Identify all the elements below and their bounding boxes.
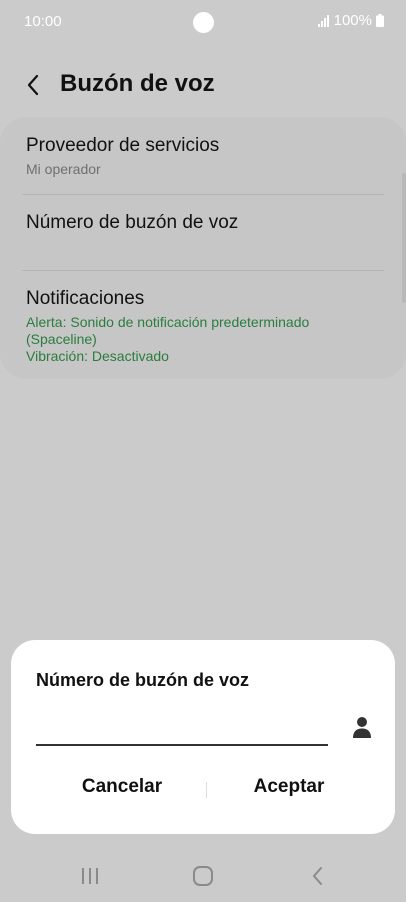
status-bar: 10:00 100% xyxy=(0,0,406,44)
notification-alert: Alerta: Sonido de notificación predeterm… xyxy=(26,314,310,330)
setting-subtitle: Mi operador xyxy=(26,161,101,177)
back-nav-icon xyxy=(313,867,322,885)
page-title: Buzón de voz xyxy=(60,70,215,97)
home-icon xyxy=(193,866,213,886)
notification-vibration: Vibración: Desactivado xyxy=(26,348,169,364)
app-bar: Buzón de voz xyxy=(0,58,406,114)
settings-card: Proveedor de servicios Mi operador Númer… xyxy=(0,117,406,379)
setting-title: Notificaciones xyxy=(26,288,145,309)
dialog-title: Número de buzón de voz xyxy=(36,670,250,690)
setting-service-provider[interactable]: Proveedor de servicios Mi operador xyxy=(26,135,219,177)
setting-title: Número de buzón de voz xyxy=(26,212,239,233)
contact-icon xyxy=(353,717,371,738)
home-button[interactable] xyxy=(188,864,218,888)
signal-icon xyxy=(317,14,329,27)
voicemail-number-input[interactable] xyxy=(36,710,328,746)
voicemail-number-dialog: Número de buzón de voz Cancelar Aceptar xyxy=(11,640,395,834)
back-button[interactable] xyxy=(16,68,50,102)
cancel-button[interactable]: Cancelar xyxy=(47,776,197,798)
divider xyxy=(22,270,384,271)
setting-title: Proveedor de servicios xyxy=(26,135,220,156)
camera-cutout xyxy=(193,12,214,33)
button-separator xyxy=(206,782,207,798)
status-indicators: 100% xyxy=(317,12,384,29)
notification-alert-sound: (Spaceline) xyxy=(26,331,97,347)
battery-icon xyxy=(376,14,384,27)
setting-voicemail-number[interactable]: Número de buzón de voz xyxy=(26,212,238,234)
setting-notifications[interactable]: Notificaciones Alerta: Sonido de notific… xyxy=(26,288,309,365)
recent-apps-icon xyxy=(82,868,98,884)
scroll-indicator[interactable] xyxy=(402,173,406,303)
divider xyxy=(22,194,384,195)
accept-button[interactable]: Aceptar xyxy=(214,776,364,798)
contacts-button[interactable] xyxy=(349,714,375,740)
battery-percent: 100% xyxy=(333,12,372,29)
back-nav-button[interactable] xyxy=(303,864,333,888)
navigation-bar xyxy=(0,850,406,902)
recent-apps-button[interactable] xyxy=(75,864,105,888)
back-arrow-icon xyxy=(27,74,39,96)
status-time: 10:00 xyxy=(24,13,62,30)
